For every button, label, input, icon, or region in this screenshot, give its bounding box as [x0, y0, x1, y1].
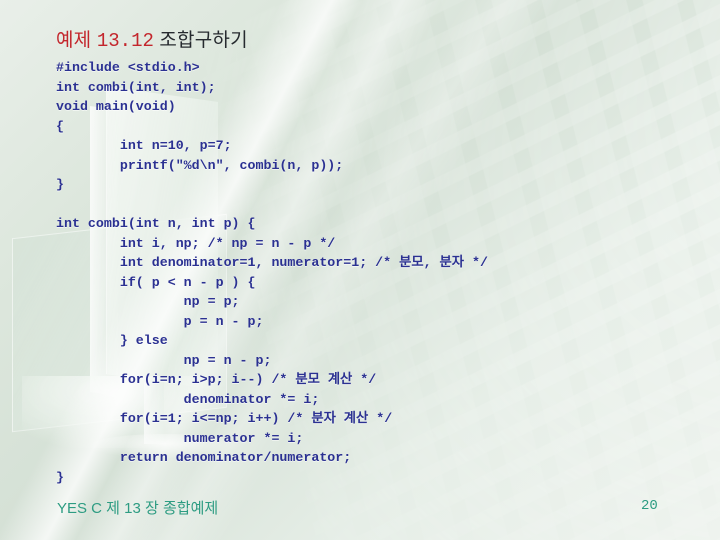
slide-footer: YES C 제 13 장 종합예제: [57, 500, 219, 517]
code-line: numerator *= i;: [56, 430, 304, 446]
code-line: np = n - p;: [56, 352, 272, 368]
code-line: int denominator=1, numerator=1; /* 분모, 분…: [56, 255, 488, 270]
slide-title: 예제 13.12 조합구하기: [56, 25, 248, 52]
page-number: 20: [641, 498, 658, 514]
code-line: np = p;: [56, 294, 240, 309]
code-block: #include <stdio.h> int combi(int, int); vo…: [56, 58, 696, 487]
code-line: }: [56, 177, 64, 192]
code-line: int i, np; /* np = n - p */: [56, 235, 336, 251]
code-line: int combi(int n, int p) {: [56, 216, 256, 231]
code-line: return denominator/numerator;: [56, 450, 352, 465]
code-line: void main(void): [56, 99, 176, 114]
title-prefix: 예제: [56, 30, 92, 51]
code-line: #include <stdio.h>: [56, 60, 200, 75]
code-line: printf("%d\n", combi(n, p));: [56, 157, 344, 173]
title-subject: 조합구하기: [159, 30, 248, 51]
code-line: {: [56, 118, 64, 134]
slide-canvas: 예제 13.12 조합구하기 #include <stdio.h> int com…: [0, 0, 720, 540]
code-line: denominator *= i;: [56, 391, 320, 407]
code-line: } else: [56, 333, 168, 348]
code-line: for(i=1; i<=np; i++) /* 분자 계산 */: [56, 411, 393, 426]
code-line: }: [56, 469, 64, 485]
code-line: if( p < n - p ) {: [56, 274, 256, 290]
code-line: int combi(int, int);: [56, 79, 216, 95]
code-line: p = n - p;: [56, 313, 264, 329]
title-number: 13.12: [96, 30, 154, 52]
code-line: for(i=n; i>p; i--) /* 분모 계산 */: [56, 372, 377, 387]
code-line: int n=10, p=7;: [56, 138, 232, 153]
